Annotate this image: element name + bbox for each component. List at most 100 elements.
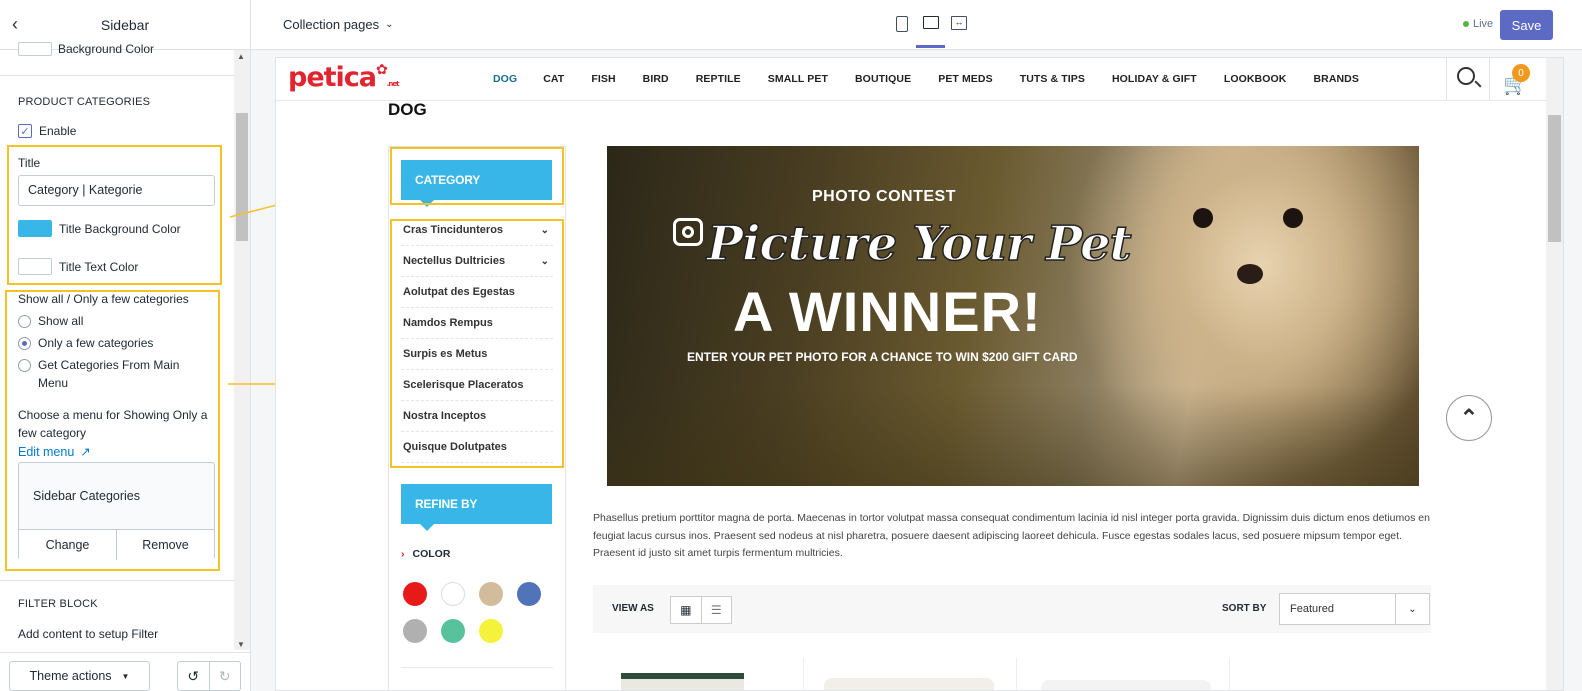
background-color-label: Background Color <box>58 42 155 56</box>
main-navigation: DOG CAT FISH BIRD REPTILE SMALL PET BOUT… <box>493 73 1359 85</box>
back-to-top-button[interactable]: ⌃ <box>1446 395 1492 441</box>
live-dot-icon <box>1463 21 1469 27</box>
nav-item-dog[interactable]: DOG <box>493 73 517 85</box>
external-link-icon: ↗ <box>80 445 91 459</box>
color-swatch-red[interactable] <box>403 582 427 606</box>
radio-label: Only a few categories <box>38 336 154 350</box>
color-filter-heading[interactable]: › COLOR <box>401 548 450 560</box>
dog-eye-right <box>1283 208 1303 228</box>
logo-suffix: .net <box>386 80 400 88</box>
chevron-up-icon: ⌃ <box>1459 405 1479 430</box>
search-icon[interactable] <box>1457 67 1475 85</box>
product-card-image[interactable] <box>824 678 994 690</box>
fullscreen-view-icon[interactable]: ↔ <box>951 16 967 30</box>
nav-item-small-pet[interactable]: SMALL PET <box>768 73 828 85</box>
remove-menu-button[interactable]: Remove <box>117 530 214 560</box>
radio-button-selected[interactable] <box>18 336 31 350</box>
live-status: Live <box>1463 18 1493 30</box>
edit-menu-link[interactable]: Edit menu ↗ <box>18 444 91 460</box>
nav-item-reptile[interactable]: REPTILE <box>696 73 741 85</box>
list-view-icon[interactable]: ☰ <box>702 597 732 623</box>
chevron-right-icon: › <box>401 548 405 560</box>
refine-title-pointer <box>420 524 434 531</box>
grid-view-icon[interactable]: ▦ <box>671 597 702 623</box>
nav-item-pet-meds[interactable]: PET MEDS <box>938 73 992 85</box>
title-bg-color-swatch[interactable] <box>18 220 52 237</box>
banner-contest-text: PHOTO CONTEST <box>812 188 956 205</box>
filter-block-heading: FILTER BLOCK <box>18 598 98 610</box>
enable-checkbox[interactable]: ✓ <box>18 124 32 138</box>
title-label: Title <box>18 156 41 170</box>
title-input[interactable]: Category | Kategorie <box>18 175 215 206</box>
nav-item-bird[interactable]: BIRD <box>643 73 669 85</box>
radio-button[interactable] <box>18 359 31 372</box>
radio-button[interactable] <box>18 314 31 328</box>
nav-item-holiday-gift[interactable]: HOLIDAY & GIFT <box>1112 73 1197 85</box>
live-label: Live <box>1473 18 1494 30</box>
nav-item-lookbook[interactable]: LOOKBOOK <box>1224 73 1287 85</box>
banner-winner-text: A WINNER! <box>733 280 1042 343</box>
desktop-view-icon[interactable] <box>923 16 939 29</box>
nav-item-fish[interactable]: FISH <box>591 73 615 85</box>
color-filter-label: COLOR <box>412 548 451 560</box>
page-title: DOG <box>388 100 427 119</box>
nav-item-boutique[interactable]: BOUTIQUE <box>855 73 911 85</box>
paw-icon: ✿ <box>376 62 388 78</box>
change-menu-button[interactable]: Change <box>19 530 117 560</box>
scroll-up-icon[interactable]: ▲ <box>237 52 245 61</box>
promo-banner[interactable]: PHOTO CONTEST Picture Your Pet A WINNER!… <box>607 146 1419 486</box>
refine-title-box: REFINE BY <box>401 484 552 524</box>
enable-checkbox-row[interactable]: ✓ Enable <box>18 124 76 138</box>
logo-text: petica <box>288 62 377 93</box>
radio-label: Get Categories From Main Menu <box>38 358 180 390</box>
radio-show-all[interactable]: Show all <box>18 314 83 328</box>
category-title-highlight <box>390 147 564 205</box>
color-swatch-green[interactable] <box>441 619 465 643</box>
edit-menu-text[interactable]: Edit menu <box>18 445 74 459</box>
theme-actions-label: Theme actions <box>29 669 112 683</box>
background-color-setting[interactable]: Background Color <box>18 42 154 56</box>
scroll-down-icon[interactable]: ▼ <box>237 640 245 649</box>
product-card-image[interactable] <box>1041 680 1211 690</box>
search-icon-handle <box>1474 80 1482 88</box>
menu-choose-label: Choose a menu for Showing Only a few cat… <box>18 408 208 440</box>
radio-only-few[interactable]: Only a few categories <box>18 336 153 350</box>
view-as-label: VIEW AS <box>612 603 654 614</box>
theme-actions-button[interactable]: Theme actions ▼ <box>9 661 150 691</box>
color-swatch-white[interactable] <box>441 582 465 606</box>
filter-block-text: Add content to setup Filter <box>18 627 159 641</box>
nav-item-tuts-tips[interactable]: TUTS & TIPS <box>1020 73 1085 85</box>
nav-item-cat[interactable]: CAT <box>543 73 564 85</box>
back-arrow-icon[interactable]: ‹ <box>12 14 18 35</box>
preview-scrollbar-thumb[interactable] <box>1548 115 1561 242</box>
active-view-indicator <box>916 45 945 48</box>
category-list-highlight <box>390 219 564 468</box>
chevron-down-icon: ⌄ <box>1395 594 1429 624</box>
show-mode-label: Show all / Only a few categories <box>18 292 189 306</box>
mobile-view-icon[interactable] <box>896 16 908 32</box>
title-text-color-swatch[interactable] <box>18 258 52 275</box>
banner-subline: ENTER YOUR PET PHOTO FOR A CHANCE TO WIN… <box>687 350 1078 364</box>
color-swatch-grey[interactable] <box>403 619 427 643</box>
title-bg-color-setting[interactable]: Title Background Color <box>18 220 181 237</box>
store-logo[interactable]: petica✿ .net <box>288 62 399 93</box>
enable-label: Enable <box>39 124 77 138</box>
radio-main-menu[interactable]: Get Categories From Main Menu <box>18 358 188 392</box>
title-text-color-label: Title Text Color <box>59 259 139 274</box>
title-bg-color-label: Title Background Color <box>59 221 181 236</box>
page-selector-label: Collection pages <box>283 17 380 32</box>
title-text-color-setting[interactable]: Title Text Color <box>18 258 138 275</box>
color-swatch-blue[interactable] <box>517 582 541 606</box>
color-swatch-beige[interactable] <box>479 582 503 606</box>
dog-nose <box>1237 264 1263 284</box>
nav-item-brands[interactable]: BRANDS <box>1313 73 1359 85</box>
sort-select[interactable]: Featured ⌄ <box>1279 593 1430 625</box>
redo-icon[interactable]: ↻ <box>210 662 241 690</box>
color-swatch-yellow[interactable] <box>479 619 503 643</box>
page-selector[interactable]: Collection pages ⌄ <box>283 17 394 32</box>
collection-toolbar: VIEW AS ▦ ☰ SORT BY Featured ⌄ <box>593 585 1431 633</box>
product-card-image[interactable] <box>621 673 744 690</box>
background-color-swatch[interactable] <box>18 42 52 56</box>
save-button[interactable]: Save <box>1500 10 1553 40</box>
undo-icon[interactable]: ↺ <box>178 662 210 690</box>
